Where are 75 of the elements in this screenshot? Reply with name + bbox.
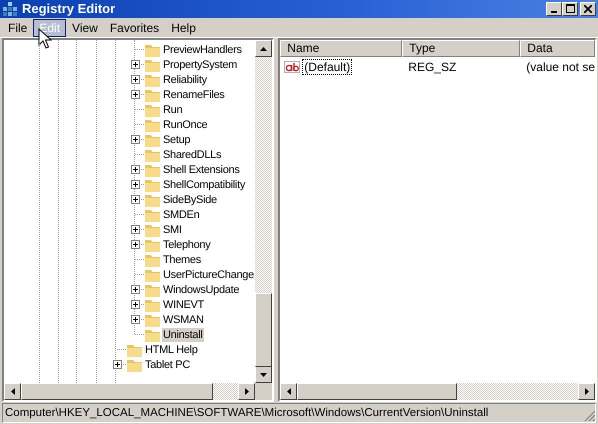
close-icon [584,4,592,13]
tree-item[interactable]: SMI [162,222,183,237]
up-arrow-icon [260,46,268,51]
tree-item[interactable]: RunOnce [162,118,208,132]
menu-item[interactable]: Help [165,18,202,37]
menu-item[interactable]: File [2,18,34,37]
tree-item[interactable]: RenameFiles [162,88,226,102]
expand-icon[interactable] [130,300,140,310]
tree-item[interactable]: SharedDLLs [162,148,222,162]
table-cell[interactable]: (Default) [302,58,352,75]
tree-item[interactable]: Reliability [162,72,208,87]
scroll-right-button[interactable] [578,383,595,400]
scroll-down-button[interactable] [255,366,272,384]
left-arrow-icon [286,388,291,396]
expand-icon[interactable] [130,195,140,204]
column-header[interactable]: Type [402,40,520,58]
scrollbar-corner [255,383,272,400]
scrollbar-thumb[interactable] [255,293,272,368]
registry-app-icon [2,0,18,17]
expand-icon[interactable] [130,135,140,144]
menu-item[interactable]: Favorites [104,18,166,37]
close-button[interactable] [580,2,596,16]
table-cell-text: (value not se [525,60,595,74]
scroll-up-button[interactable] [255,40,272,58]
tree-item[interactable]: ShellCompatibility [162,178,246,192]
right-arrow-icon [244,388,249,396]
scroll-left-button[interactable] [4,383,21,400]
maximize-icon [566,4,574,14]
expand-icon[interactable] [130,285,140,294]
expand-icon[interactable] [130,60,140,70]
status-path: Computer\HKEY_LOCAL_MACHINE\SOFTWARE\Microsoft\Windows\CurrentVersion\Uninstall [2,403,596,424]
tree-item[interactable]: Themes [162,252,202,267]
expand-icon[interactable] [130,225,140,234]
left-arrow-icon [10,388,14,396]
scroll-right-button[interactable] [238,383,256,400]
tree-item[interactable]: Setup [162,132,192,147]
maximize-button[interactable] [562,2,578,16]
resize-grip-icon[interactable] [584,410,596,422]
expand-icon[interactable] [130,165,140,174]
expand-icon[interactable] [130,180,140,190]
tree-item[interactable]: Shell Extensions [162,162,241,177]
tree-item[interactable]: Tablet PC [144,358,191,372]
column-header[interactable]: Name [280,40,402,58]
tree-item[interactable]: WINEVT [162,298,205,312]
string-value-icon [284,60,300,73]
tree-item[interactable]: SMDEn [162,208,200,222]
column-header[interactable]: Data [520,40,595,58]
table-cell-text: REG_SZ [407,60,458,74]
tree-item[interactable]: PropertySystem [162,58,238,72]
minimize-icon [551,10,557,13]
tree-item[interactable]: SideBySide [162,192,218,207]
scroll-left-button[interactable] [280,383,298,400]
scrollbar-thumb[interactable] [297,383,458,400]
expand-icon[interactable] [130,75,140,84]
scrollbar-thumb[interactable] [21,383,213,400]
tree-item[interactable]: WSMAN [162,312,205,327]
tree-item[interactable]: Run [162,102,184,117]
expand-icon[interactable] [130,90,140,100]
horizontal-scrollbar[interactable] [280,383,595,400]
tree-item[interactable]: UserPictureChange [162,268,255,282]
tree-item[interactable]: PreviewHandlers [162,42,243,57]
tree-item[interactable]: HTML Help [144,342,199,357]
expand-icon[interactable] [130,240,140,250]
expand-icon[interactable] [130,315,140,324]
tree-item[interactable]: WindowsUpdate [162,282,240,297]
expand-icon[interactable] [112,360,122,370]
right-arrow-icon [584,388,588,396]
window-title: Registry Editor [22,1,116,16]
vertical-scrollbar[interactable] [255,40,272,384]
tree-item[interactable]: Telephony [162,238,212,252]
minimize-button[interactable] [546,2,562,16]
down-arrow-icon [260,372,268,377]
horizontal-scrollbar[interactable] [4,383,256,400]
menu-item[interactable]: View [66,18,104,37]
tree-item[interactable]: Uninstall [162,328,204,342]
